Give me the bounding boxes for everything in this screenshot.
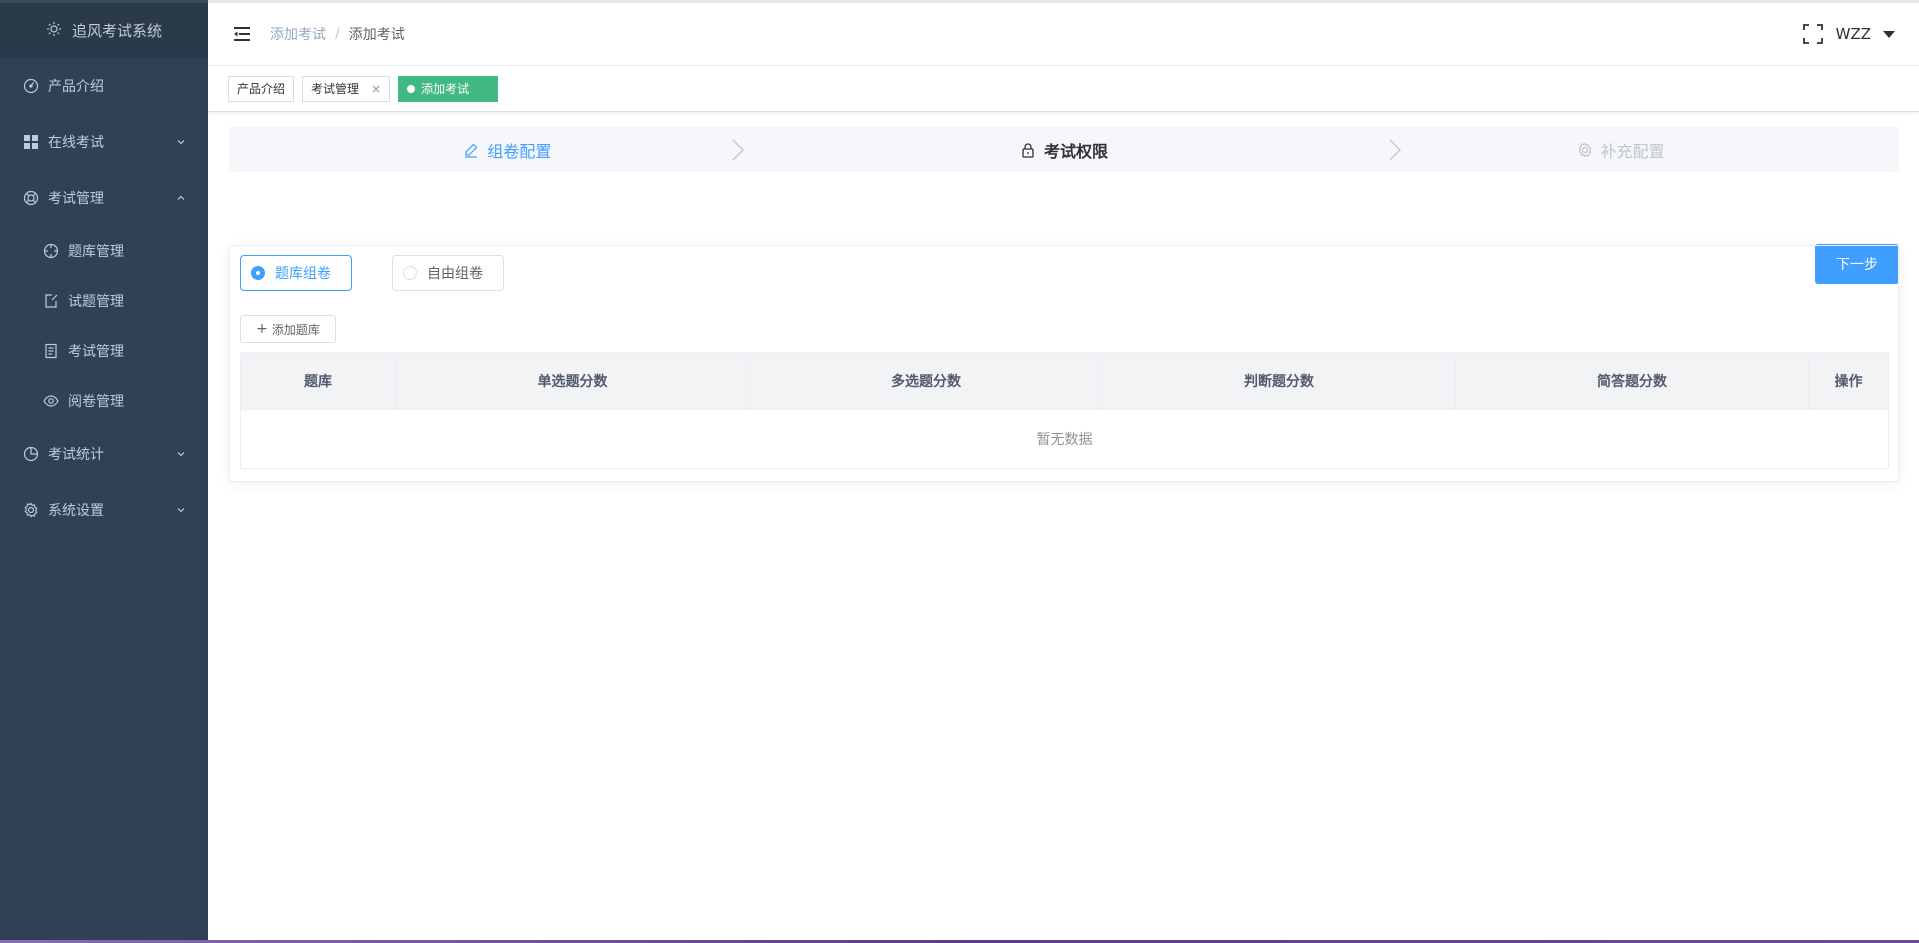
username[interactable]: WZZ xyxy=(1836,25,1871,43)
dashboard-icon xyxy=(22,77,40,95)
sidebar: 追风考试系统 产品介绍 在线考试 考试管理 题库管理 试题管理 考试管理 阅卷管… xyxy=(0,0,208,943)
radio-label: 题库组卷 xyxy=(275,266,331,282)
app-title: 追风考试系统 xyxy=(71,22,162,40)
main-area: 添加考试 / 添加考试 WZZ 产品介绍 考试管理 × 添加考试 组卷配置 考试… xyxy=(208,0,1919,943)
column-header: 简答题分数 xyxy=(1456,353,1809,409)
step-label: 组卷配置 xyxy=(487,141,552,161)
step-label: 补充配置 xyxy=(1600,141,1665,161)
sidebar-item-online-exam[interactable]: 在线考试 xyxy=(0,114,208,170)
chevron-down-icon xyxy=(177,452,185,457)
page-content: 组卷配置 考试权限 补充配置 下一步 题库组卷 自由组卷 + 添加题库 题库 单… xyxy=(208,127,1919,482)
column-header: 操作 xyxy=(1834,374,1863,390)
step-exam-permission[interactable]: 考试权限 xyxy=(786,127,1343,172)
breadcrumb-item[interactable]: 添加考试 xyxy=(270,24,326,44)
bank-table: 题库 单选题分数 多选题分数 判断题分数 简答题分数 操作 暂无数据 xyxy=(240,352,1889,469)
chevron-down-icon xyxy=(177,508,185,513)
step-paper-config[interactable]: 组卷配置 xyxy=(229,127,786,172)
active-dot-icon xyxy=(407,84,416,93)
radio-label: 自由组卷 xyxy=(427,266,483,282)
fullscreen-icon[interactable] xyxy=(1802,23,1824,45)
breadcrumb-current: 添加考试 xyxy=(348,27,405,43)
navbar: 添加考试 / 添加考试 WZZ xyxy=(208,0,1919,66)
sidebar-item-label: 系统设置 xyxy=(48,503,104,519)
sidebar-item-label: 考试管理 xyxy=(48,191,104,207)
add-bank-button[interactable]: + 添加题库 xyxy=(240,315,336,343)
sidebar-subitem-label: 试题管理 xyxy=(68,294,124,310)
edit-icon xyxy=(465,143,478,158)
document-icon xyxy=(42,342,60,360)
sidebar-item-exam-statistics[interactable]: 考试统计 xyxy=(0,426,208,482)
column-header: 多选题分数 xyxy=(750,353,1103,409)
tag-label: 产品介绍 xyxy=(237,82,286,96)
sidebar-item-exam-management[interactable]: 考试管理 xyxy=(0,170,208,226)
breadcrumb: 添加考试 / 添加考试 xyxy=(270,24,405,44)
sidebar-subitem-question-bank[interactable]: 题库管理 xyxy=(0,226,208,276)
eye-icon xyxy=(42,392,60,410)
sidebar-item-label: 产品介绍 xyxy=(48,79,104,95)
column-header: 题库 xyxy=(241,353,396,409)
gear-icon xyxy=(22,501,40,519)
sidebar-item-label: 在线考试 xyxy=(48,135,104,151)
compass-icon xyxy=(42,242,60,260)
step-extra-config[interactable]: 补充配置 xyxy=(1342,127,1899,172)
steps: 组卷配置 考试权限 补充配置 xyxy=(229,127,1899,172)
sidebar-subitem-question-management[interactable]: 试题管理 xyxy=(0,276,208,326)
app-root: 追风考试系统 产品介绍 在线考试 考试管理 题库管理 试题管理 考试管理 阅卷管… xyxy=(0,0,1919,943)
add-bank-label: 添加题库 xyxy=(271,322,320,337)
radio-bank-compose[interactable]: 题库组卷 xyxy=(240,255,352,291)
step-label: 考试权限 xyxy=(1044,141,1109,161)
mode-radio-group: 题库组卷 自由组卷 xyxy=(240,255,1889,291)
hamburger-icon[interactable] xyxy=(232,24,252,44)
tag-exam-management[interactable]: 考试管理 × xyxy=(302,75,391,102)
radio-checked-icon xyxy=(251,266,265,280)
tags-view: 产品介绍 考试管理 × 添加考试 xyxy=(208,66,1919,112)
sidebar-subitem-grading-management[interactable]: 阅卷管理 xyxy=(0,376,208,426)
table-header: 题库 单选题分数 多选题分数 判断题分数 简答题分数 操作 xyxy=(241,353,1888,410)
column-header: 单选题分数 xyxy=(396,353,750,409)
grid-icon xyxy=(22,133,40,151)
pie-chart-icon xyxy=(22,445,40,463)
sidebar-item-system-settings[interactable]: 系统设置 xyxy=(0,482,208,538)
sidebar-item-label: 考试统计 xyxy=(48,447,104,463)
chevron-up-icon xyxy=(177,195,185,200)
breadcrumb-separator: / xyxy=(335,26,340,42)
sidebar-subitem-exam-management[interactable]: 考试管理 xyxy=(0,326,208,376)
plus-icon: + xyxy=(256,321,268,337)
radio-unchecked-icon xyxy=(403,266,417,280)
close-icon[interactable]: × xyxy=(371,82,381,96)
chevron-right-icon xyxy=(732,139,744,161)
tag-product-intro[interactable]: 产品介绍 xyxy=(228,75,295,102)
tag-add-exam[interactable]: 添加考试 xyxy=(398,75,499,102)
lifebuoy-icon xyxy=(22,189,40,207)
tag-label: 考试管理 xyxy=(311,82,360,96)
sidebar-item-product-intro[interactable]: 产品介绍 xyxy=(0,58,208,114)
caret-down-icon[interactable] xyxy=(1883,30,1895,38)
sidebar-subitem-label: 考试管理 xyxy=(68,344,124,360)
radio-free-compose[interactable]: 自由组卷 xyxy=(392,255,504,291)
table-empty-text: 暂无数据 xyxy=(1036,432,1093,448)
sidebar-subitem-label: 题库管理 xyxy=(68,244,124,260)
column-header: 判断题分数 xyxy=(1103,353,1456,409)
sun-icon xyxy=(46,21,62,41)
gear-icon xyxy=(1578,142,1592,157)
chevron-down-icon xyxy=(177,140,185,145)
right-menu: WZZ xyxy=(1802,3,1895,65)
paper-card: 题库组卷 自由组卷 + 添加题库 题库 单选题分数 多选题分数 判断题分数 简答… xyxy=(229,245,1899,482)
app-logo[interactable]: 追风考试系统 xyxy=(0,0,208,58)
tag-label: 添加考试 xyxy=(421,82,470,96)
edit-square-icon xyxy=(42,292,60,310)
sidebar-subitem-label: 阅卷管理 xyxy=(68,394,124,410)
chevron-right-icon xyxy=(1389,139,1401,161)
lock-icon xyxy=(1022,142,1034,158)
